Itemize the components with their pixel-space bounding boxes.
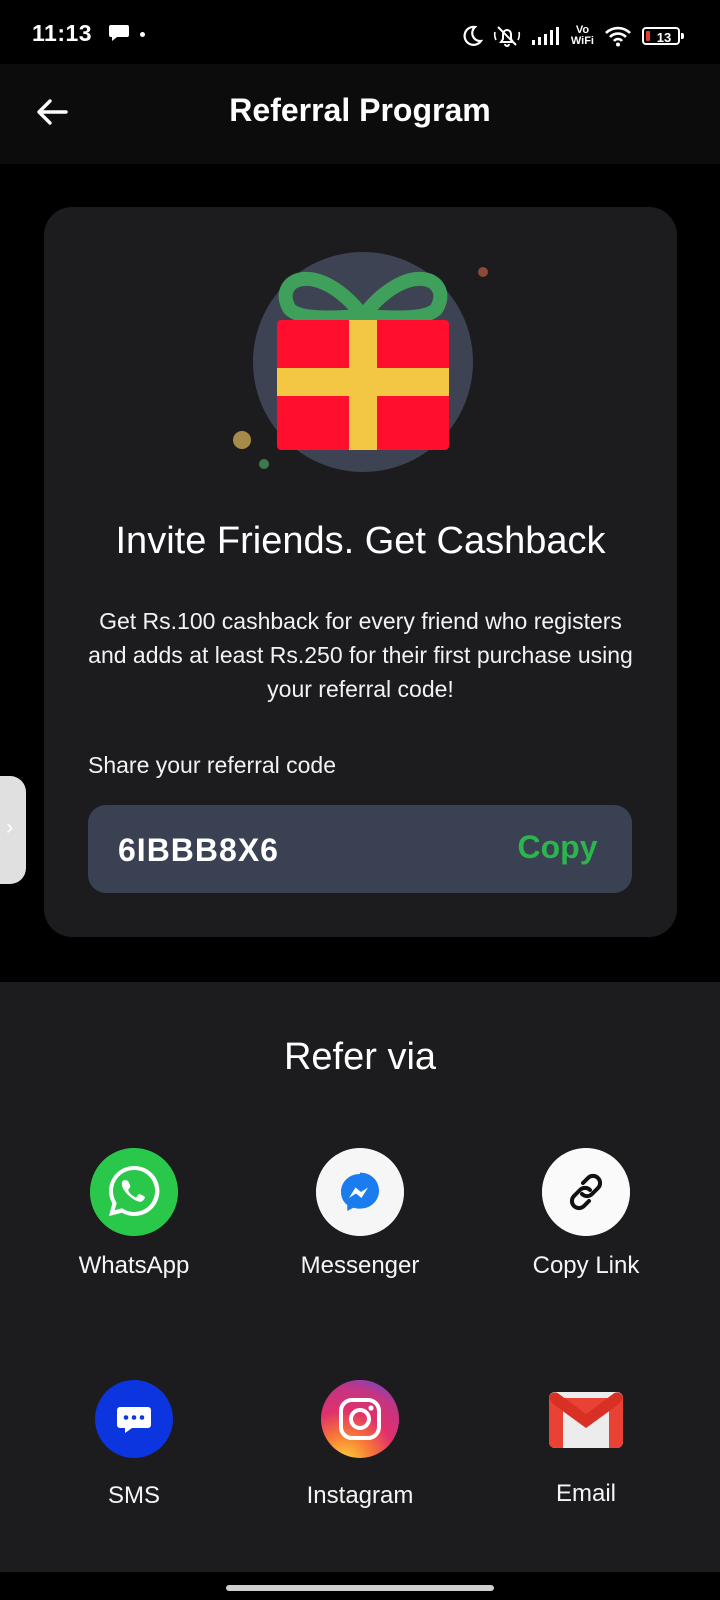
share-label: WhatsApp [78, 1252, 190, 1279]
wifi-icon [605, 26, 631, 47]
chevron-right-icon: › [6, 814, 14, 839]
battery-indicator: 13 [642, 27, 684, 45]
refer-via-title: Refer via [283, 1036, 437, 1078]
status-icons: Vo WiFi 13 [461, 20, 684, 52]
share-whatsapp[interactable]: WhatsApp [34, 1148, 234, 1280]
notification-dot [140, 32, 145, 37]
share-instagram[interactable]: Instagram [260, 1378, 460, 1510]
share-copy-link[interactable]: Copy Link [486, 1148, 686, 1280]
share-label: Messenger [300, 1252, 420, 1279]
vowifi-bottom: WiFi [570, 35, 594, 47]
share-label: Email [555, 1480, 616, 1507]
referral-code: 6IBBB8X6 [118, 832, 279, 868]
copy-code-button[interactable]: Copy [505, 829, 610, 866]
page-title: Referral Program [229, 92, 491, 128]
vowifi-indicator: Vo WiFi [571, 25, 594, 47]
message-notification-icon [109, 25, 129, 41]
signal-icon [531, 27, 559, 45]
share-sms[interactable]: SMS [34, 1378, 234, 1510]
sms-icon [95, 1380, 173, 1458]
messenger-icon [316, 1148, 404, 1236]
battery-level: 13 [656, 30, 672, 45]
card-description: Get Rs.100 cashback for every friend who… [88, 608, 633, 702]
home-indicator[interactable] [226, 1585, 494, 1591]
share-label: Copy Link [532, 1252, 640, 1279]
whatsapp-icon [90, 1148, 178, 1236]
status-time: 11:13 [32, 20, 93, 46]
gmail-icon [545, 1378, 627, 1460]
instagram-icon [321, 1380, 399, 1458]
side-drawer-handle[interactable]: › [0, 776, 26, 884]
share-code-label: Share your referral code [88, 752, 337, 778]
card-headline: Invite Friends. Get Cashback [115, 520, 606, 562]
share-messenger[interactable]: Messenger [260, 1148, 460, 1280]
link-icon [542, 1148, 630, 1236]
muted-bell-icon [493, 26, 521, 47]
share-email[interactable]: Email [486, 1378, 686, 1508]
moon-icon [463, 25, 483, 46]
share-label: SMS [107, 1482, 160, 1509]
share-label: Instagram [306, 1482, 414, 1509]
gift-illustration [233, 252, 488, 472]
